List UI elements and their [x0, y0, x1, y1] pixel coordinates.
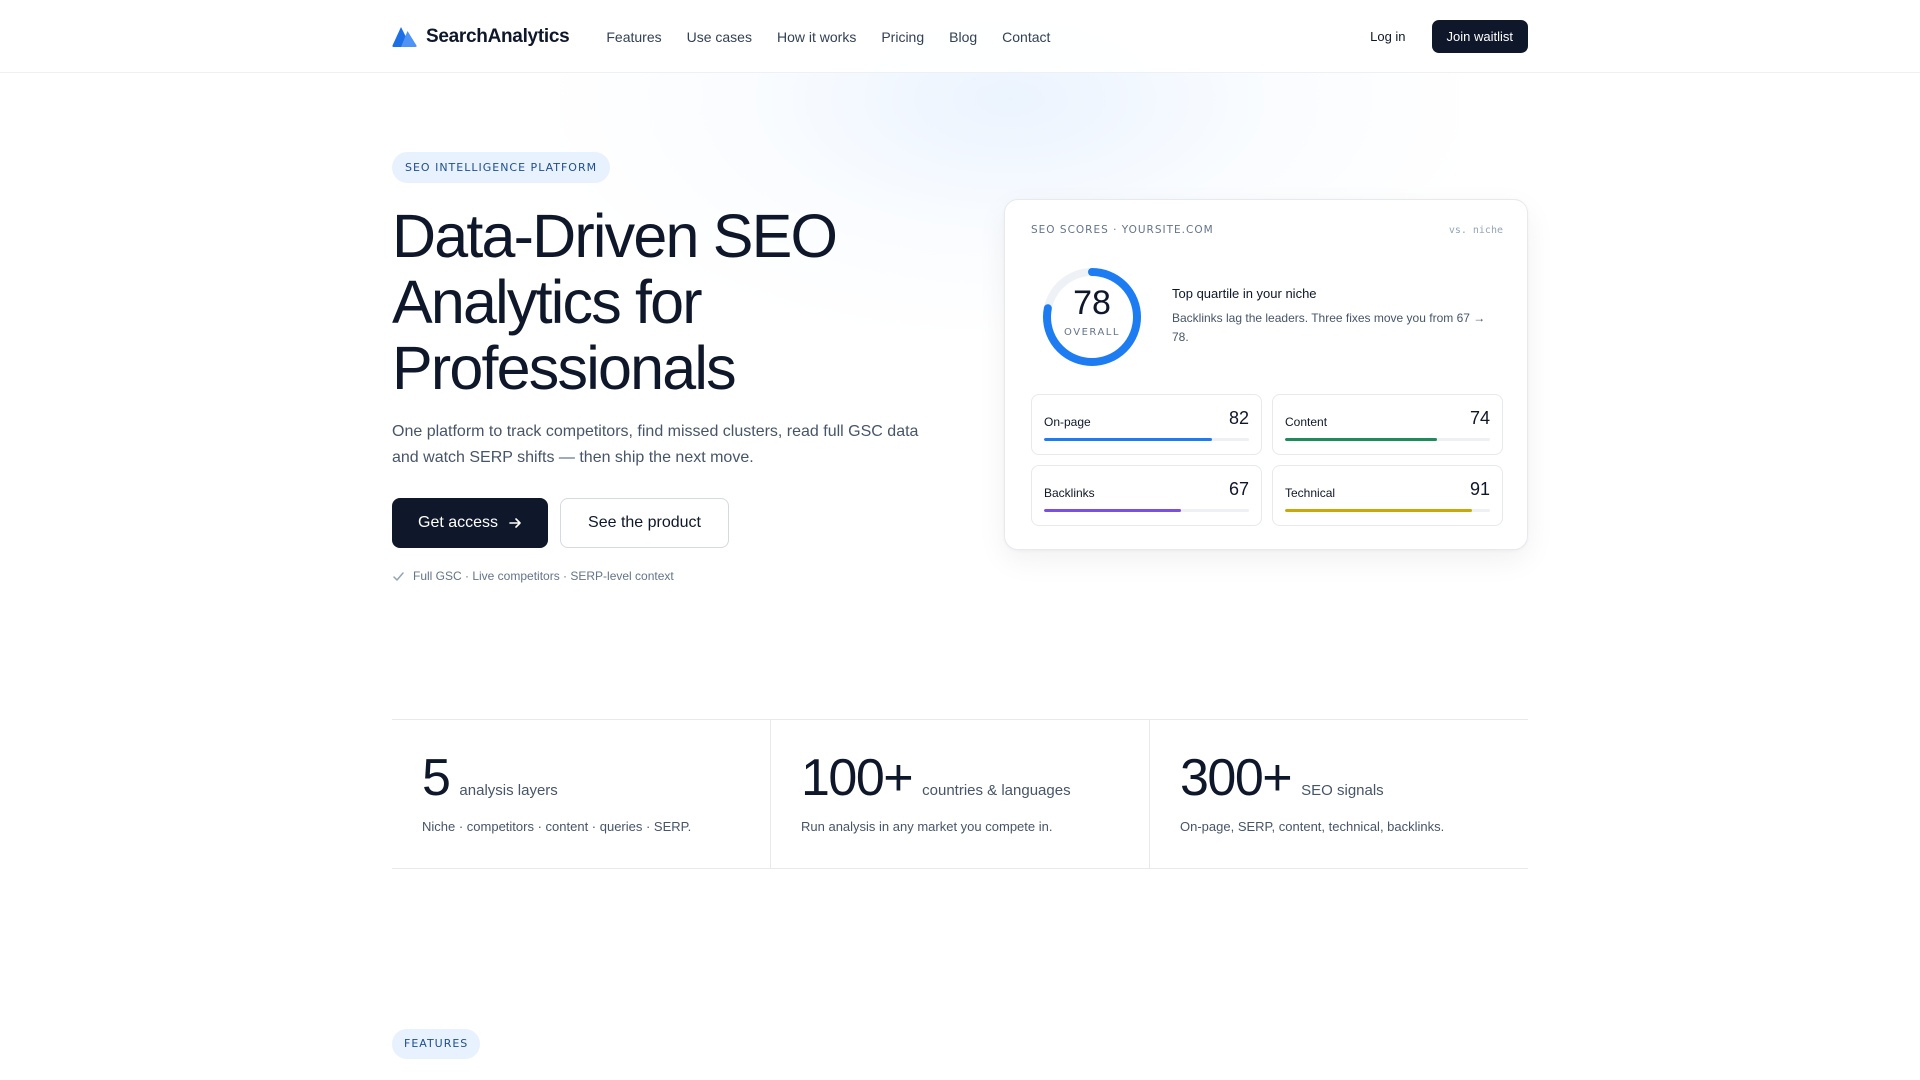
metric-progress-track — [1044, 438, 1249, 441]
stat-unit: countries & languages — [922, 782, 1071, 799]
nav-link-features[interactable]: Features — [606, 29, 661, 45]
see-the-product-button[interactable]: See the product — [560, 498, 729, 548]
brand-name: SearchAnalytics — [426, 25, 570, 47]
features-section-badge: FEATURES — [392, 1029, 481, 1059]
hero-title-line: Data-Driven SEO — [392, 202, 838, 270]
get-access-button[interactable]: Get access — [392, 498, 549, 548]
hero-cta-row: Get access See the product — [392, 498, 952, 548]
metric-value: 82 — [1228, 408, 1249, 428]
metric-tile-technical: Technical 91 — [1272, 465, 1503, 526]
stat-number: 100+ — [801, 749, 914, 807]
score-insight: Top quartile in your niche Backlinks lag… — [1172, 286, 1502, 347]
card-compare-label: vs. niche — [1448, 224, 1503, 236]
overall-score-caption: OVERALL — [1064, 327, 1120, 338]
score-metrics-grid: On-page 82 Content 74 Backlinks 67 Techn… — [1031, 394, 1503, 526]
card-label: SEO SCORES · YOURSITE.COM — [1031, 224, 1214, 236]
login-link[interactable]: Log in — [1370, 29, 1405, 44]
stat-description: Niche · competitors · content · queries … — [422, 819, 692, 834]
join-waitlist-button[interactable]: Join waitlist — [1431, 20, 1528, 53]
stat-unit: SEO signals — [1301, 782, 1384, 799]
check-icon — [393, 571, 404, 581]
nav-link-blog[interactable]: Blog — [949, 29, 977, 45]
hero-section: SEO INTELLIGENCE PLATFORM Data-Driven SE… — [392, 152, 952, 583]
insight-body: Backlinks lag the leaders. Three fixes m… — [1172, 311, 1486, 344]
nav-link-contact[interactable]: Contact — [1002, 29, 1050, 45]
stat-seo-signals: 300+ SEO signals On-page, SERP, content,… — [1149, 720, 1528, 868]
arrow-right-icon — [509, 518, 521, 528]
hero-title-line: Analytics for — [392, 268, 703, 336]
overall-score-ring: 78 OVERALL — [1041, 266, 1143, 368]
nav-links: Features Use cases How it works Pricing … — [606, 29, 1050, 45]
mountain-logo-icon — [392, 26, 417, 47]
top-navigation: SearchAnalytics Features Use cases How i… — [0, 0, 1920, 73]
metric-progress-fill — [1044, 438, 1213, 441]
stat-head: 300+ SEO signals — [1180, 750, 1384, 806]
metric-progress-fill — [1285, 509, 1472, 512]
brand-logo-link[interactable]: SearchAnalytics — [392, 25, 570, 48]
card-header: SEO SCORES · YOURSITE.COM vs. niche — [1031, 224, 1503, 236]
metric-label: Backlinks — [1044, 486, 1095, 500]
hero-feature-checklist: Full GSC · Live competitors · SERP-level… — [392, 569, 952, 583]
stat-unit: analysis layers — [459, 782, 558, 799]
nav-inner: SearchAnalytics Features Use cases How i… — [392, 0, 1528, 73]
metric-progress-fill — [1285, 438, 1437, 441]
metric-progress-fill — [1044, 509, 1182, 512]
metric-progress-track — [1285, 438, 1490, 441]
stat-description: Run analysis in any market you compete i… — [801, 819, 1053, 834]
stats-strip: 5 analysis layers Niche · competitors · … — [392, 719, 1528, 869]
nav-link-pricing[interactable]: Pricing — [881, 29, 924, 45]
nav-link-use-cases[interactable]: Use cases — [687, 29, 752, 45]
metric-tile-backlinks: Backlinks 67 — [1031, 465, 1262, 526]
stat-countries-languages: 100+ countries & languages Run analysis … — [770, 720, 1149, 868]
metric-label: Technical — [1285, 486, 1336, 500]
overall-score-value: 78 — [1073, 284, 1111, 322]
metric-progress-track — [1285, 509, 1490, 512]
metric-progress-track — [1044, 509, 1249, 512]
hero-subtitle: One platform to track competitors, find … — [392, 423, 919, 466]
metric-tile-content: Content 74 — [1272, 394, 1503, 455]
nav-link-how-it-works[interactable]: How it works — [777, 29, 856, 45]
metric-value: 74 — [1469, 408, 1490, 428]
stat-head: 5 analysis layers — [422, 750, 558, 806]
get-access-label: Get access — [418, 514, 499, 531]
hero-checklist-text: Full GSC · Live competitors · SERP-level… — [413, 569, 674, 583]
insight-title: Top quartile in your niche — [1172, 286, 1317, 301]
hero-title-line: Professionals — [392, 334, 737, 402]
seo-scores-card: SEO SCORES · YOURSITE.COM vs. niche 78 O… — [1004, 199, 1528, 550]
metric-tile-on-page: On-page 82 — [1031, 394, 1262, 455]
stat-number: 300+ — [1180, 749, 1293, 807]
hero-title: Data-Driven SEO Analytics for Profession… — [392, 203, 952, 401]
metric-value: 67 — [1228, 479, 1249, 499]
metric-label: Content — [1285, 415, 1328, 429]
nav-actions: Log in Join waitlist — [1370, 20, 1528, 53]
metric-label: On-page — [1044, 415, 1091, 429]
metric-value: 91 — [1469, 479, 1490, 499]
stat-description: On-page, SERP, content, technical, backl… — [1180, 819, 1445, 834]
stat-head: 100+ countries & languages — [801, 750, 1071, 806]
stat-analysis-layers: 5 analysis layers Niche · competitors · … — [392, 720, 770, 868]
stat-number: 5 — [422, 749, 451, 807]
hero-eyebrow-badge: SEO INTELLIGENCE PLATFORM — [392, 152, 611, 183]
